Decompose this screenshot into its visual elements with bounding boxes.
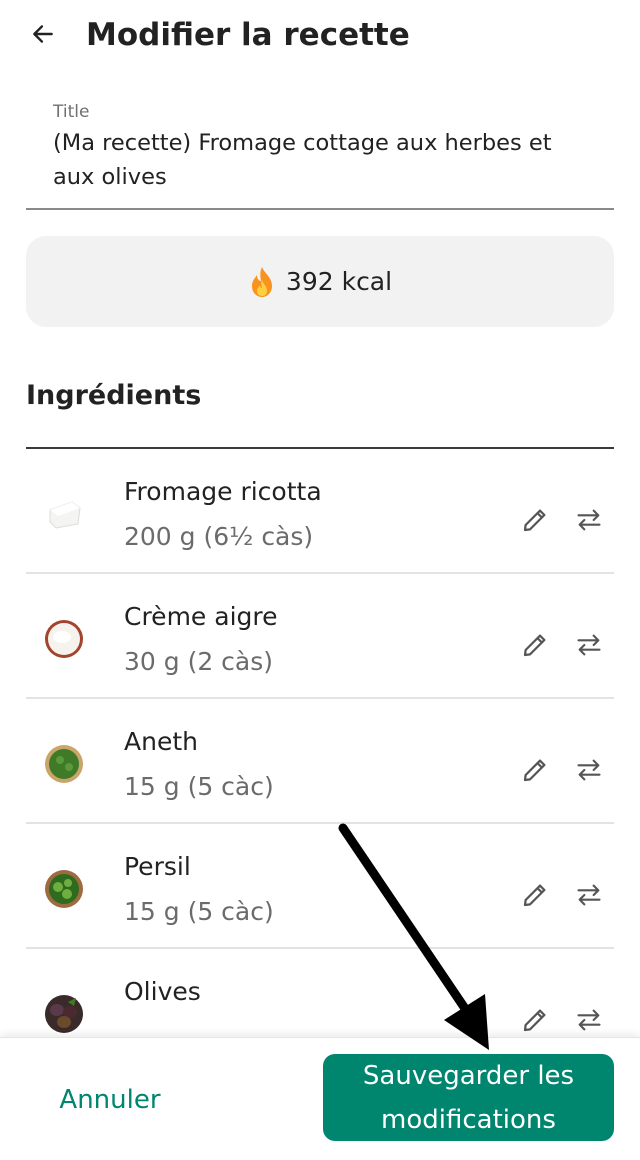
edit-ingredient-button[interactable]	[518, 1003, 552, 1037]
recipe-title-field[interactable]: Title (Ma recette) Fromage cottage aux h…	[26, 100, 614, 210]
ingredient-row[interactable]: Crème aigre 30 g (2 càs)	[26, 574, 614, 699]
pencil-icon	[523, 634, 546, 657]
title-field-label: Title	[53, 102, 90, 122]
dill-thumbnail	[45, 745, 83, 783]
swap-ingredient-button[interactable]	[572, 503, 606, 537]
back-button[interactable]	[26, 17, 60, 51]
edit-ingredient-button[interactable]	[518, 628, 552, 662]
swap-arrows-icon	[577, 509, 601, 531]
ingredient-name: Olives	[124, 977, 201, 1006]
edit-ingredient-button[interactable]	[518, 878, 552, 912]
arrow-left-icon	[33, 25, 53, 43]
ingredient-name: Fromage ricotta	[124, 477, 322, 506]
parsley-thumbnail	[45, 870, 83, 908]
ricotta-thumbnail	[49, 501, 81, 529]
ingredient-quantity: 30 g (2 càs)	[124, 647, 274, 676]
ingredient-quantity: 200 g (6½ càs)	[124, 522, 314, 551]
swap-ingredient-button[interactable]	[572, 753, 606, 787]
pencil-icon	[523, 509, 546, 532]
swap-arrows-icon	[577, 884, 601, 906]
fire-icon	[251, 266, 272, 297]
ingredient-name: Crème aigre	[124, 602, 278, 631]
calories-card: 392 kcal	[26, 236, 614, 327]
swap-ingredient-button[interactable]	[572, 628, 606, 662]
sour-cream-thumbnail	[45, 620, 83, 658]
ingredient-quantity: 15 g (5 càc)	[124, 772, 274, 801]
ingredient-name: Persil	[124, 852, 191, 881]
app-header: Modifier la recette	[0, 0, 640, 72]
ingredient-list: Fromage ricotta 200 g (6½ càs) Crème aig…	[26, 449, 614, 1072]
swap-arrows-icon	[577, 1009, 601, 1031]
ingredient-quantity: 15 g (5 càc)	[124, 897, 274, 926]
edit-ingredient-button[interactable]	[518, 503, 552, 537]
ingredient-row[interactable]: Aneth 15 g (5 càc)	[26, 699, 614, 824]
pencil-icon	[523, 759, 546, 782]
olives-thumbnail	[45, 995, 83, 1033]
kcal-value: 392 kcal	[285, 267, 393, 296]
cancel-button[interactable]: Annuler	[40, 1068, 180, 1132]
save-button[interactable]: Sauvegarder les modifications	[323, 1054, 614, 1141]
pencil-icon	[523, 884, 546, 907]
pencil-icon	[523, 1009, 546, 1032]
ingredient-row[interactable]: Persil 15 g (5 càc)	[26, 824, 614, 949]
ingredient-name: Aneth	[124, 727, 198, 756]
swap-arrows-icon	[577, 634, 601, 656]
edit-ingredient-button[interactable]	[518, 753, 552, 787]
ingredients-heading: Ingrédients	[26, 380, 202, 411]
swap-ingredient-button[interactable]	[572, 1003, 606, 1037]
swap-arrows-icon	[577, 759, 601, 781]
page-title: Modifier la recette	[86, 17, 410, 53]
title-field-value[interactable]: (Ma recette) Fromage cottage aux herbes …	[53, 126, 593, 194]
ingredient-row[interactable]: Fromage ricotta 200 g (6½ càs)	[26, 449, 614, 574]
swap-ingredient-button[interactable]	[572, 878, 606, 912]
action-bar: Annuler Sauvegarder les modifications	[0, 1037, 640, 1160]
